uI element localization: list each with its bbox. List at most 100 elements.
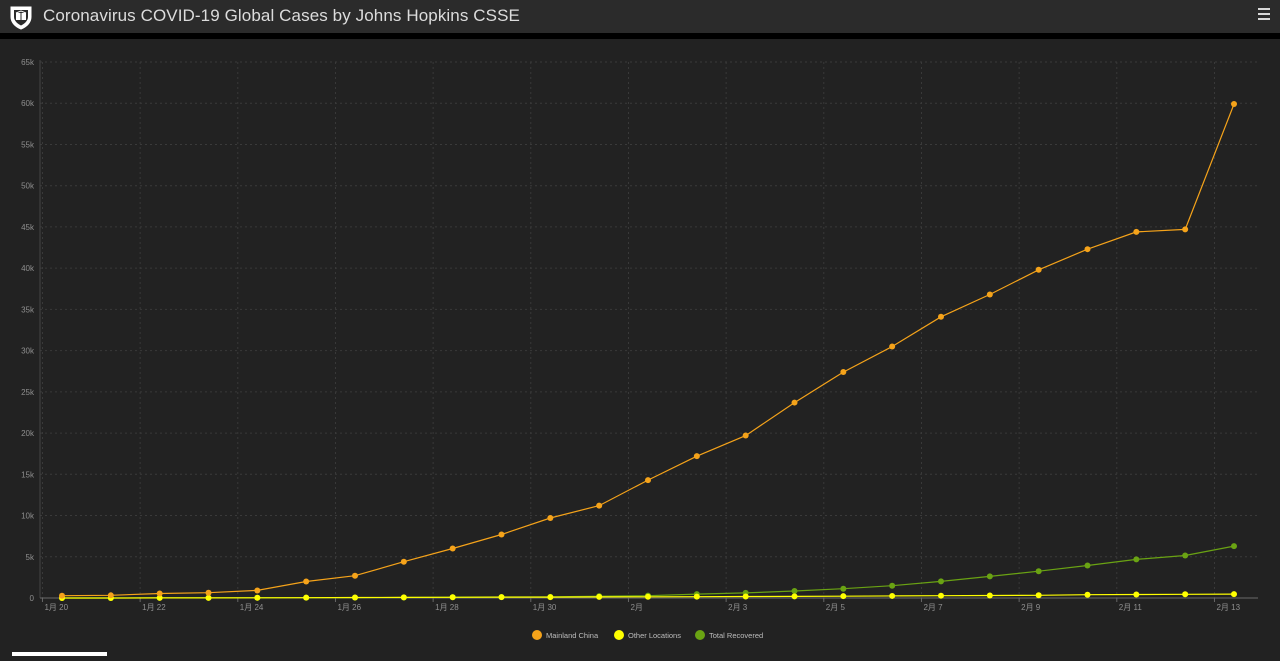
x-axis: 1月 20 1月 22 1月 24 1月 26 1月 28 1月 30 2月 2月 3 2月 5… xyxy=(40,597,1258,612)
data-point-mainland-china[interactable] xyxy=(596,502,603,509)
y-tick-label: 60k xyxy=(21,99,35,108)
data-point-total-recovered[interactable] xyxy=(840,585,847,592)
legend-item-total-recovered[interactable]: Total Recovered xyxy=(695,630,763,640)
data-point-total-recovered[interactable] xyxy=(1133,556,1140,563)
x-tick-label: 2月 9 xyxy=(1021,603,1041,612)
series-total-recovered xyxy=(59,543,1237,601)
data-point-total-recovered[interactable] xyxy=(1084,562,1091,569)
y-tick-label: 20k xyxy=(21,429,35,438)
data-point-other-locations[interactable] xyxy=(1133,591,1140,598)
data-point-mainland-china[interactable] xyxy=(791,399,798,406)
data-point-mainland-china[interactable] xyxy=(107,592,114,599)
data-point-other-locations[interactable] xyxy=(1084,591,1091,598)
data-point-other-locations[interactable] xyxy=(742,593,749,600)
legend-item-mainland-china[interactable]: Mainland China xyxy=(532,630,599,640)
data-point-other-locations[interactable] xyxy=(449,594,456,601)
data-point-total-recovered[interactable] xyxy=(791,587,798,594)
x-tick-label: 1月 20 xyxy=(44,603,68,612)
y-tick-label: 5k xyxy=(26,553,35,562)
data-point-mainland-china[interactable] xyxy=(352,572,358,579)
page-title: Coronavirus COVID-19 Global Cases by Joh… xyxy=(43,6,520,25)
y-tick-label: 0 xyxy=(30,594,35,603)
data-point-total-recovered[interactable] xyxy=(986,573,993,580)
data-point-total-recovered[interactable] xyxy=(889,582,896,589)
y-tick-label: 15k xyxy=(21,470,35,479)
x-tick-label: 2月 7 xyxy=(923,603,943,612)
legend-label: Other Locations xyxy=(628,631,681,640)
chart-container: 0 5k 10k 15k 20k 25k 30k 35k 40k 45k 50k 55k 60k 65k … xyxy=(0,39,1280,656)
data-point-mainland-china[interactable] xyxy=(59,592,65,599)
x-tick-label: 1月 28 xyxy=(435,603,459,612)
data-point-mainland-china[interactable] xyxy=(400,558,407,565)
legend-item-other-locations[interactable]: Other Locations xyxy=(614,630,681,640)
data-point-mainland-china[interactable] xyxy=(156,590,163,597)
data-point-other-locations[interactable] xyxy=(645,593,651,600)
data-point-mainland-china[interactable] xyxy=(205,589,212,596)
x-tick-label: 1月 22 xyxy=(142,603,166,612)
y-tick-label: 65k xyxy=(21,58,35,67)
x-tick-label: 2月 5 xyxy=(826,603,846,612)
data-point-other-locations[interactable] xyxy=(840,593,847,600)
cases-line-chart: 05k10k15k20k25k30k35k40k45k50k55k60k65k … xyxy=(21,58,1258,640)
data-point-mainland-china[interactable] xyxy=(1084,246,1091,253)
data-point-mainland-china[interactable] xyxy=(449,545,456,552)
data-point-mainland-china[interactable] xyxy=(645,477,651,484)
data-point-other-locations[interactable] xyxy=(1231,591,1237,598)
y-tick-label: 45k xyxy=(21,223,35,232)
data-point-mainland-china[interactable] xyxy=(303,578,310,585)
data-point-other-locations[interactable] xyxy=(1182,591,1189,598)
data-point-mainland-china[interactable] xyxy=(742,432,749,439)
data-point-total-recovered[interactable] xyxy=(938,578,944,585)
data-point-other-locations[interactable] xyxy=(303,594,310,601)
data-point-other-locations[interactable] xyxy=(938,592,944,599)
data-point-mainland-china[interactable] xyxy=(889,343,896,350)
data-point-other-locations[interactable] xyxy=(254,594,261,601)
y-tick-label: 35k xyxy=(21,305,35,314)
legend[interactable]: Mainland China Other Locations Total Recov… xyxy=(532,630,763,640)
data-point-total-recovered[interactable] xyxy=(1035,568,1042,575)
data-point-other-locations[interactable] xyxy=(547,594,554,601)
data-point-other-locations[interactable] xyxy=(1035,592,1042,599)
series-mainland-china xyxy=(59,101,1237,599)
data-point-other-locations[interactable] xyxy=(791,593,798,600)
data-point-other-locations[interactable] xyxy=(596,593,603,600)
data-point-mainland-china[interactable] xyxy=(693,453,700,460)
x-tick-label: 1月 24 xyxy=(240,603,264,612)
data-point-other-locations[interactable] xyxy=(400,594,407,601)
data-point-mainland-china[interactable] xyxy=(1035,266,1042,273)
data-point-mainland-china[interactable] xyxy=(254,587,261,594)
y-axis: 0 5k 10k 15k 20k 25k 30k 35k 40k 45k 50k 55k 60k 65k xyxy=(21,58,41,603)
data-point-total-recovered[interactable] xyxy=(1182,552,1189,559)
app-header: Coronavirus COVID-19 Global Cases by Joh… xyxy=(0,0,1280,33)
data-point-mainland-china[interactable] xyxy=(938,313,944,320)
data-point-other-locations[interactable] xyxy=(352,594,358,601)
data-point-other-locations[interactable] xyxy=(693,593,700,600)
legend-swatch xyxy=(695,630,705,640)
data-point-other-locations[interactable] xyxy=(986,592,993,599)
x-tick-label: 2月 xyxy=(630,603,642,612)
data-point-mainland-china[interactable] xyxy=(840,369,847,376)
bottom-panel-edge xyxy=(12,652,107,656)
grid-layer xyxy=(40,61,1258,598)
data-point-mainland-china[interactable] xyxy=(498,531,505,538)
data-point-other-locations[interactable] xyxy=(889,592,896,599)
x-tick-label: 2月 13 xyxy=(1216,603,1240,612)
x-tick-label: 1月 26 xyxy=(337,603,361,612)
x-tick-label: 1月 30 xyxy=(533,603,557,612)
data-point-mainland-china[interactable] xyxy=(547,515,554,522)
y-tick-label: 40k xyxy=(21,264,35,273)
data-point-other-locations[interactable] xyxy=(498,594,505,601)
y-tick-label: 30k xyxy=(21,347,35,356)
x-tick-label: 2月 3 xyxy=(728,603,748,612)
y-tick-label: 55k xyxy=(21,140,35,149)
data-point-mainland-china[interactable] xyxy=(1231,101,1237,108)
data-point-mainland-china[interactable] xyxy=(1182,226,1189,233)
university-shield-icon xyxy=(10,6,32,30)
legend-swatch xyxy=(532,630,542,640)
y-tick-label: 25k xyxy=(21,388,35,397)
data-point-total-recovered[interactable] xyxy=(1231,543,1237,550)
data-point-mainland-china[interactable] xyxy=(1133,228,1140,235)
hamburger-menu-icon[interactable] xyxy=(1258,6,1272,22)
data-point-other-locations[interactable] xyxy=(205,594,212,601)
data-point-mainland-china[interactable] xyxy=(986,291,993,298)
